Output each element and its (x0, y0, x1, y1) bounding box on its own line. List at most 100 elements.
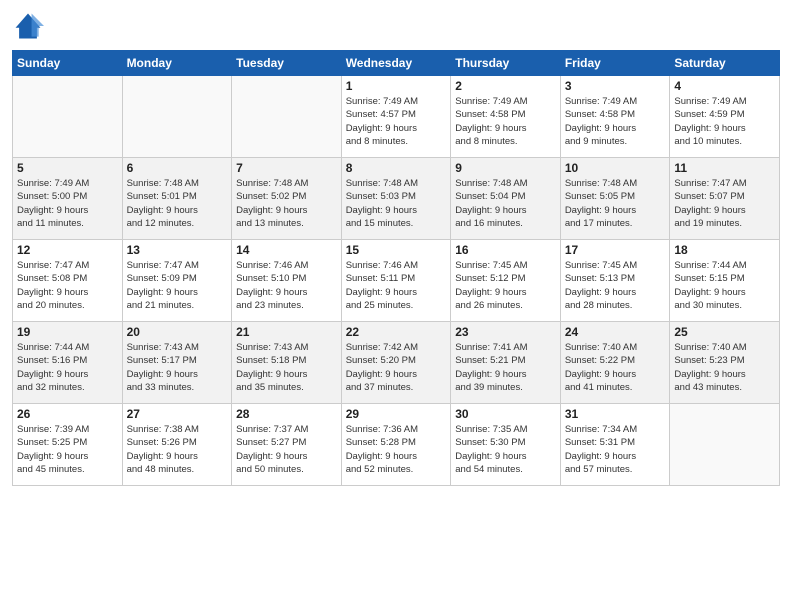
weekday-header-saturday: Saturday (670, 51, 780, 76)
cell-info: Sunrise: 7:35 AM Sunset: 5:30 PM Dayligh… (455, 423, 556, 476)
week-row-3: 12Sunrise: 7:47 AM Sunset: 5:08 PM Dayli… (13, 240, 780, 322)
cell-info: Sunrise: 7:49 AM Sunset: 4:59 PM Dayligh… (674, 95, 775, 148)
calendar-cell: 7 Sunrise: 7:48 AM Sunset: 5:02 PM Daylig… (232, 158, 342, 240)
day-number: 4 (674, 79, 775, 93)
logo-icon (12, 10, 44, 42)
day-number: 24 (565, 325, 666, 339)
cell-info: Sunrise: 7:43 AM Sunset: 5:17 PM Dayligh… (127, 341, 228, 394)
cell-info: Sunrise: 7:39 AM Sunset: 5:25 PM Dayligh… (17, 423, 118, 476)
calendar-cell: 26 Sunrise: 7:39 AM Sunset: 5:25 PM Dayli… (13, 404, 123, 486)
day-number: 13 (127, 243, 228, 257)
cell-info: Sunrise: 7:49 AM Sunset: 5:00 PM Dayligh… (17, 177, 118, 230)
cell-info: Sunrise: 7:44 AM Sunset: 5:15 PM Dayligh… (674, 259, 775, 312)
day-number: 19 (17, 325, 118, 339)
day-number: 21 (236, 325, 337, 339)
calendar-cell: 15Sunrise: 7:46 AM Sunset: 5:11 PM Dayli… (341, 240, 451, 322)
day-number: 1 (346, 79, 447, 93)
cell-info: Sunrise: 7:45 AM Sunset: 5:13 PM Dayligh… (565, 259, 666, 312)
day-number: 6 (127, 161, 228, 175)
calendar-cell: 11 Sunrise: 7:47 AM Sunset: 5:07 PM Dayli… (670, 158, 780, 240)
cell-info: Sunrise: 7:45 AM Sunset: 5:12 PM Dayligh… (455, 259, 556, 312)
cell-info: Sunrise: 7:46 AM Sunset: 5:10 PM Dayligh… (236, 259, 337, 312)
weekday-header-wednesday: Wednesday (341, 51, 451, 76)
calendar-cell: 4 Sunrise: 7:49 AM Sunset: 4:59 PM Daylig… (670, 76, 780, 158)
calendar-cell: 19 Sunrise: 7:44 AM Sunset: 5:16 PM Dayli… (13, 322, 123, 404)
day-number: 14 (236, 243, 337, 257)
cell-info: Sunrise: 7:48 AM Sunset: 5:01 PM Dayligh… (127, 177, 228, 230)
day-number: 3 (565, 79, 666, 93)
cell-info: Sunrise: 7:48 AM Sunset: 5:05 PM Dayligh… (565, 177, 666, 230)
week-row-1: 1 Sunrise: 7:49 AM Sunset: 4:57 PM Daylig… (13, 76, 780, 158)
calendar-cell (670, 404, 780, 486)
week-row-2: 5 Sunrise: 7:49 AM Sunset: 5:00 PM Daylig… (13, 158, 780, 240)
cell-info: Sunrise: 7:40 AM Sunset: 5:23 PM Dayligh… (674, 341, 775, 394)
day-number: 16 (455, 243, 556, 257)
calendar-cell: 21 Sunrise: 7:43 AM Sunset: 5:18 PM Dayli… (232, 322, 342, 404)
header (12, 10, 780, 42)
day-number: 26 (17, 407, 118, 421)
day-number: 31 (565, 407, 666, 421)
calendar-cell: 12Sunrise: 7:47 AM Sunset: 5:08 PM Dayli… (13, 240, 123, 322)
weekday-header-tuesday: Tuesday (232, 51, 342, 76)
calendar-cell: 10 Sunrise: 7:48 AM Sunset: 5:05 PM Dayli… (560, 158, 670, 240)
calendar-cell: 29 Sunrise: 7:36 AM Sunset: 5:28 PM Dayli… (341, 404, 451, 486)
day-number: 7 (236, 161, 337, 175)
day-number: 23 (455, 325, 556, 339)
day-number: 25 (674, 325, 775, 339)
cell-info: Sunrise: 7:49 AM Sunset: 4:57 PM Dayligh… (346, 95, 447, 148)
cell-info: Sunrise: 7:43 AM Sunset: 5:18 PM Dayligh… (236, 341, 337, 394)
calendar-cell: 27Sunrise: 7:38 AM Sunset: 5:26 PM Dayli… (122, 404, 232, 486)
calendar-cell: 3 Sunrise: 7:49 AM Sunset: 4:58 PM Daylig… (560, 76, 670, 158)
cell-info: Sunrise: 7:46 AM Sunset: 5:11 PM Dayligh… (346, 259, 447, 312)
week-row-4: 19 Sunrise: 7:44 AM Sunset: 5:16 PM Dayli… (13, 322, 780, 404)
calendar-cell: 8Sunrise: 7:48 AM Sunset: 5:03 PM Daylig… (341, 158, 451, 240)
cell-info: Sunrise: 7:49 AM Sunset: 4:58 PM Dayligh… (455, 95, 556, 148)
calendar-cell: 5 Sunrise: 7:49 AM Sunset: 5:00 PM Daylig… (13, 158, 123, 240)
day-number: 28 (236, 407, 337, 421)
cell-info: Sunrise: 7:37 AM Sunset: 5:27 PM Dayligh… (236, 423, 337, 476)
calendar-cell: 1 Sunrise: 7:49 AM Sunset: 4:57 PM Daylig… (341, 76, 451, 158)
calendar-cell: 9 Sunrise: 7:48 AM Sunset: 5:04 PM Daylig… (451, 158, 561, 240)
page: SundayMondayTuesdayWednesdayThursdayFrid… (0, 0, 792, 612)
calendar-cell: 25 Sunrise: 7:40 AM Sunset: 5:23 PM Dayli… (670, 322, 780, 404)
day-number: 27 (127, 407, 228, 421)
cell-info: Sunrise: 7:47 AM Sunset: 5:07 PM Dayligh… (674, 177, 775, 230)
day-number: 10 (565, 161, 666, 175)
day-number: 22 (346, 325, 447, 339)
cell-info: Sunrise: 7:44 AM Sunset: 5:16 PM Dayligh… (17, 341, 118, 394)
cell-info: Sunrise: 7:36 AM Sunset: 5:28 PM Dayligh… (346, 423, 447, 476)
weekday-header-thursday: Thursday (451, 51, 561, 76)
calendar-cell: 17Sunrise: 7:45 AM Sunset: 5:13 PM Dayli… (560, 240, 670, 322)
logo (12, 10, 48, 42)
calendar-cell (122, 76, 232, 158)
cell-info: Sunrise: 7:48 AM Sunset: 5:04 PM Dayligh… (455, 177, 556, 230)
day-number: 9 (455, 161, 556, 175)
day-number: 29 (346, 407, 447, 421)
weekday-header-friday: Friday (560, 51, 670, 76)
calendar-cell: 22 Sunrise: 7:42 AM Sunset: 5:20 PM Dayli… (341, 322, 451, 404)
cell-info: Sunrise: 7:47 AM Sunset: 5:08 PM Dayligh… (17, 259, 118, 312)
calendar-cell: 24Sunrise: 7:40 AM Sunset: 5:22 PM Dayli… (560, 322, 670, 404)
calendar-cell: 30 Sunrise: 7:35 AM Sunset: 5:30 PM Dayli… (451, 404, 561, 486)
cell-info: Sunrise: 7:47 AM Sunset: 5:09 PM Dayligh… (127, 259, 228, 312)
calendar-cell: 13 Sunrise: 7:47 AM Sunset: 5:09 PM Dayli… (122, 240, 232, 322)
calendar: SundayMondayTuesdayWednesdayThursdayFrid… (12, 50, 780, 486)
day-number: 11 (674, 161, 775, 175)
calendar-cell: 16 Sunrise: 7:45 AM Sunset: 5:12 PM Dayli… (451, 240, 561, 322)
weekday-header-monday: Monday (122, 51, 232, 76)
calendar-cell: 14 Sunrise: 7:46 AM Sunset: 5:10 PM Dayli… (232, 240, 342, 322)
calendar-cell: 28 Sunrise: 7:37 AM Sunset: 5:27 PM Dayli… (232, 404, 342, 486)
calendar-cell: 6 Sunrise: 7:48 AM Sunset: 5:01 PM Daylig… (122, 158, 232, 240)
day-number: 5 (17, 161, 118, 175)
weekday-header-sunday: Sunday (13, 51, 123, 76)
calendar-cell: 20Sunrise: 7:43 AM Sunset: 5:17 PM Dayli… (122, 322, 232, 404)
day-number: 30 (455, 407, 556, 421)
cell-info: Sunrise: 7:42 AM Sunset: 5:20 PM Dayligh… (346, 341, 447, 394)
calendar-cell: 2Sunrise: 7:49 AM Sunset: 4:58 PM Daylig… (451, 76, 561, 158)
cell-info: Sunrise: 7:34 AM Sunset: 5:31 PM Dayligh… (565, 423, 666, 476)
weekday-header-row: SundayMondayTuesdayWednesdayThursdayFrid… (13, 51, 780, 76)
day-number: 18 (674, 243, 775, 257)
cell-info: Sunrise: 7:49 AM Sunset: 4:58 PM Dayligh… (565, 95, 666, 148)
calendar-cell: 23Sunrise: 7:41 AM Sunset: 5:21 PM Dayli… (451, 322, 561, 404)
cell-info: Sunrise: 7:48 AM Sunset: 5:02 PM Dayligh… (236, 177, 337, 230)
